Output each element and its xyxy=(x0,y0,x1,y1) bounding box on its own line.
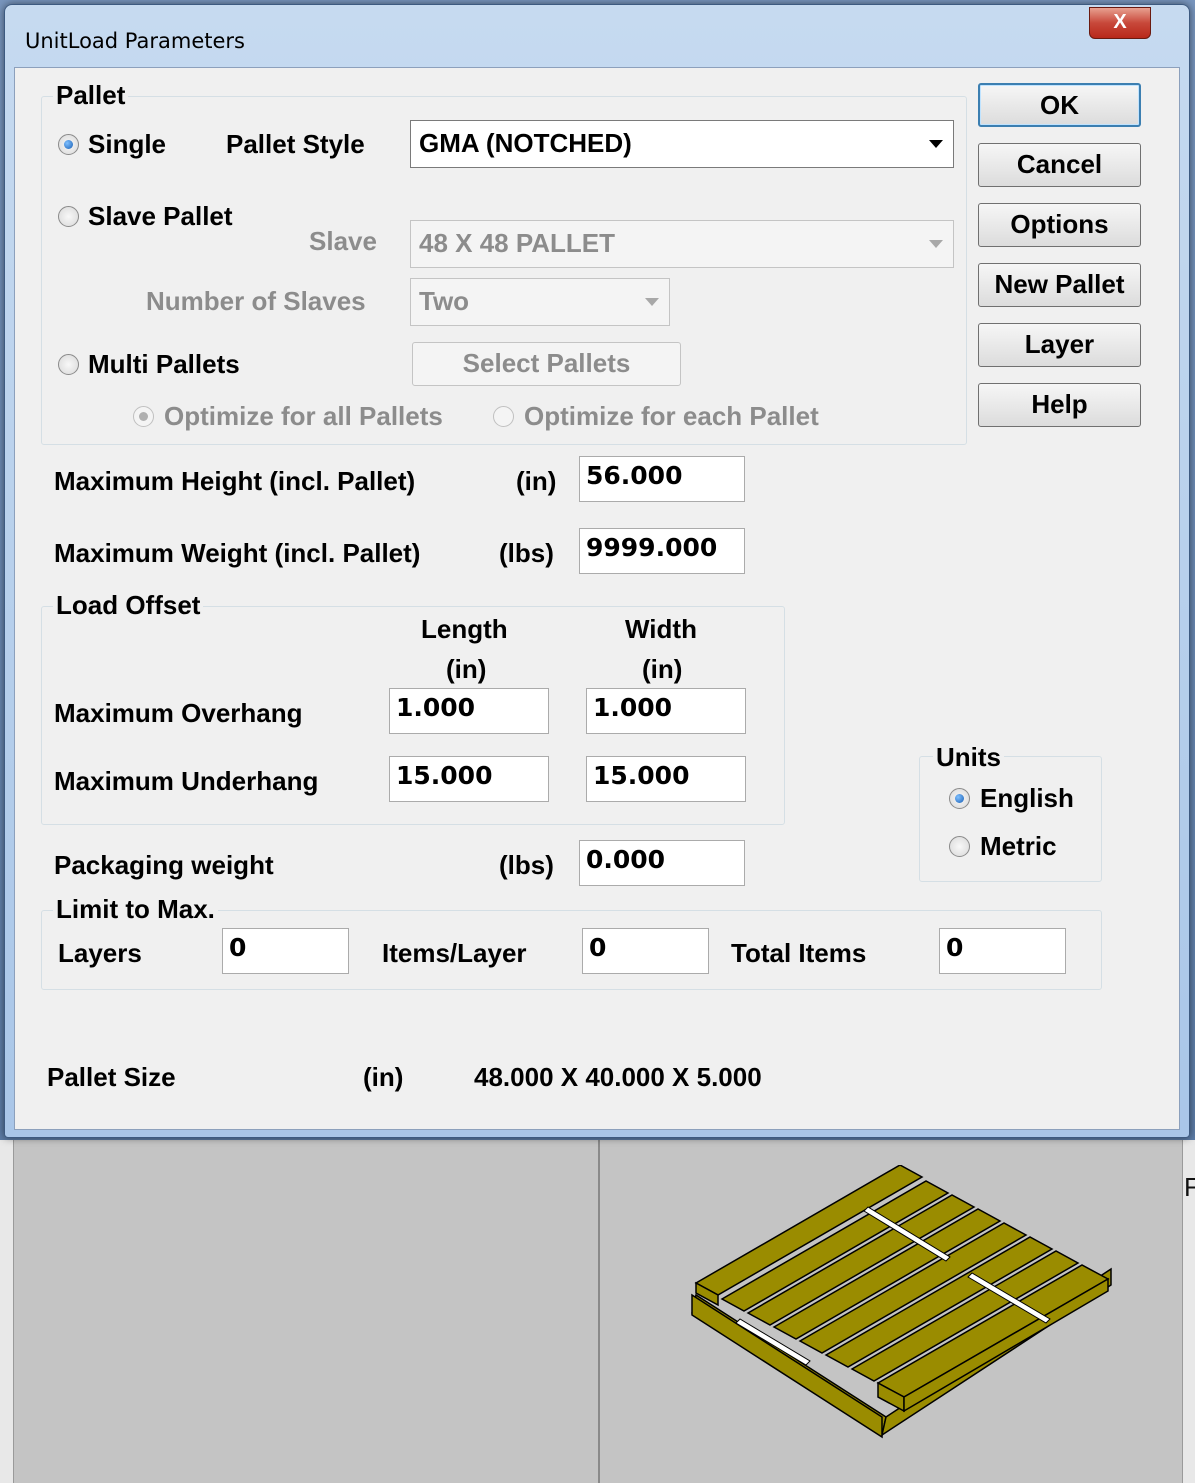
items-per-layer-input[interactable]: 0 xyxy=(582,928,709,974)
multi-pallets-label[interactable]: Multi Pallets xyxy=(88,349,240,380)
max-weight-label: Maximum Weight (incl. Pallet) xyxy=(54,538,421,568)
length-unit: (in) xyxy=(446,654,487,684)
total-items-label: Total Items xyxy=(731,938,867,968)
pallet-style-value: GMA (NOTCHED) xyxy=(419,128,632,158)
slave-label: Slave xyxy=(309,226,377,256)
limit-title: Limit to Max. xyxy=(53,894,218,925)
layers-input[interactable]: 0 xyxy=(222,928,349,974)
load-offset-title: Load Offset xyxy=(53,590,204,621)
optimize-all-radio[interactable] xyxy=(133,406,154,427)
number-of-slaves-dropdown[interactable]: Two xyxy=(410,278,670,326)
slave-dropdown[interactable]: 48 X 48 PALLET xyxy=(410,220,954,268)
layers-label: Layers xyxy=(58,938,142,968)
underhang-length-input[interactable]: 15.000 xyxy=(389,756,549,802)
multi-pallets-radio[interactable] xyxy=(58,354,79,375)
optimize-each-radio[interactable] xyxy=(493,406,514,427)
slave-pallet-label[interactable]: Slave Pallet xyxy=(88,201,233,232)
left-view-pane[interactable] xyxy=(0,1140,598,1483)
units-group xyxy=(919,756,1102,882)
underhang-label: Maximum Underhang xyxy=(54,766,319,796)
english-label[interactable]: English xyxy=(980,783,1074,814)
packaging-weight-input[interactable]: 0.000 xyxy=(579,840,745,886)
chevron-down-icon[interactable] xyxy=(929,240,943,248)
pallet-size-unit: (in) xyxy=(363,1062,404,1092)
dialog-client-area: Pallet Single Pallet Style GMA (NOTCHED)… xyxy=(14,67,1180,1130)
overhang-length-input[interactable]: 1.000 xyxy=(389,688,549,734)
overhang-width-input[interactable]: 1.000 xyxy=(586,688,746,734)
number-of-slaves-value: Two xyxy=(419,286,470,316)
optimize-all-label[interactable]: Optimize for all Pallets xyxy=(164,401,443,432)
max-height-label: Maximum Height (incl. Pallet) xyxy=(54,466,416,496)
pallet-size-label: Pallet Size xyxy=(47,1062,176,1092)
pallet-3d-preview xyxy=(691,1165,1112,1439)
max-weight-input[interactable]: 9999.000 xyxy=(579,528,745,574)
unitload-parameters-dialog: UnitLoad Parameters X Pallet Single Pall… xyxy=(4,4,1190,1138)
pallet-group-title: Pallet xyxy=(53,80,129,111)
window-title: UnitLoad Parameters xyxy=(25,29,245,53)
width-unit: (in) xyxy=(642,654,683,684)
help-button[interactable]: Help xyxy=(978,383,1141,427)
close-button[interactable]: X xyxy=(1089,7,1151,39)
packaging-weight-label: Packaging weight xyxy=(54,850,274,880)
ok-button[interactable]: OK xyxy=(978,83,1141,127)
single-radio[interactable] xyxy=(58,134,79,155)
english-radio[interactable] xyxy=(949,788,970,809)
cancel-button[interactable]: Cancel xyxy=(978,143,1141,187)
slave-value: 48 X 48 PALLET xyxy=(419,228,616,258)
width-header: Width xyxy=(625,614,697,644)
length-header: Length xyxy=(421,614,508,644)
single-label[interactable]: Single xyxy=(88,129,166,160)
metric-label[interactable]: Metric xyxy=(980,831,1057,862)
max-height-unit: (in) xyxy=(516,466,557,496)
pallet-style-dropdown[interactable]: GMA (NOTCHED) xyxy=(410,120,954,168)
underhang-width-input[interactable]: 15.000 xyxy=(586,756,746,802)
items-per-layer-label: Items/Layer xyxy=(382,938,527,968)
chevron-down-icon[interactable] xyxy=(645,298,659,306)
metric-radio[interactable] xyxy=(949,836,970,857)
pallet-size-value: 48.000 X 40.000 X 5.000 xyxy=(474,1062,762,1092)
left-edge-panel xyxy=(0,1140,14,1483)
max-weight-unit: (lbs) xyxy=(499,538,554,568)
chevron-down-icon[interactable] xyxy=(929,140,943,148)
total-items-input[interactable]: 0 xyxy=(939,928,1066,974)
new-pallet-button[interactable]: New Pallet xyxy=(978,263,1141,307)
units-title: Units xyxy=(933,742,1004,773)
options-button[interactable]: Options xyxy=(978,203,1141,247)
number-of-slaves-label: Number of Slaves xyxy=(146,286,366,316)
layer-button[interactable]: Layer xyxy=(978,323,1141,367)
slave-pallet-radio[interactable] xyxy=(58,206,79,227)
right-edge-label: F xyxy=(1184,1172,1195,1202)
overhang-label: Maximum Overhang xyxy=(54,698,303,728)
select-pallets-button[interactable]: Select Pallets xyxy=(412,342,681,386)
max-height-input[interactable]: 56.000 xyxy=(579,456,745,502)
optimize-each-label[interactable]: Optimize for each Pallet xyxy=(524,401,819,432)
packaging-weight-unit: (lbs) xyxy=(499,850,554,880)
pallet-style-label: Pallet Style xyxy=(226,129,365,159)
